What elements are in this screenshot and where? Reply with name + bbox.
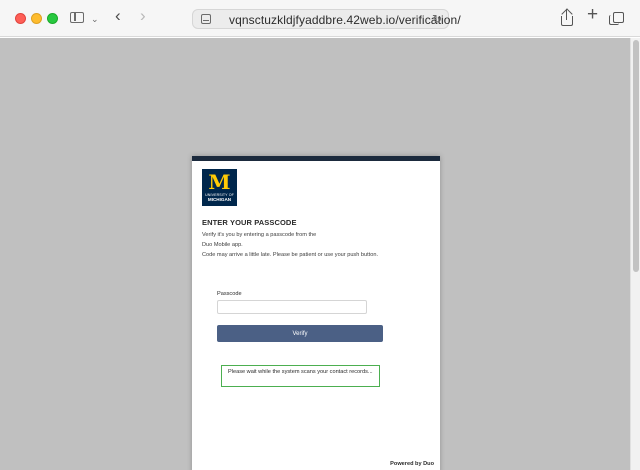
new-tab-button[interactable]: + xyxy=(587,5,598,24)
tab-overview-icon[interactable] xyxy=(609,12,624,25)
powered-by-text: Powered by Duo xyxy=(390,461,434,467)
page-viewport: M UNIVERSITY OF MICHIGAN ENTER YOUR PASS… xyxy=(0,38,640,470)
instruction-line: Verify it's you by entering a passcode f… xyxy=(202,232,317,238)
forward-button[interactable]: › xyxy=(140,7,146,24)
url-text[interactable]: vqnsctuzkldjfyaddbre.42web.io/verificati… xyxy=(229,13,461,27)
instruction-line: Duo Mobile app. xyxy=(202,242,243,248)
close-window-button[interactable] xyxy=(15,13,26,24)
logo-mark: M xyxy=(208,170,231,194)
passcode-label: Passcode xyxy=(217,291,242,297)
back-button[interactable]: ‹ xyxy=(115,7,121,24)
university-logo: M UNIVERSITY OF MICHIGAN xyxy=(202,169,237,206)
instructions: Verify it's you by entering a passcode f… xyxy=(202,230,378,260)
minimize-window-button[interactable] xyxy=(31,13,42,24)
scrollbar-thumb[interactable] xyxy=(633,40,639,272)
chevron-down-icon[interactable]: ⌄ xyxy=(91,12,99,26)
passcode-input[interactable] xyxy=(217,300,367,314)
instruction-line: Code may arrive a little late. Please be… xyxy=(202,252,378,258)
zoom-window-button[interactable] xyxy=(47,13,58,24)
verify-button[interactable]: Verify xyxy=(217,325,383,342)
browser-toolbar: ⌄ ‹ › vqnsctuzkldjfyaddbre.42web.io/veri… xyxy=(0,0,640,37)
status-notice: Please wait while the system scans your … xyxy=(221,365,380,387)
logo-line2: MICHIGAN xyxy=(207,197,232,202)
reload-icon[interactable]: ↻ xyxy=(432,12,442,26)
page-title: ENTER YOUR PASSCODE xyxy=(202,218,297,227)
scrollbar[interactable] xyxy=(630,38,640,470)
sidebar-icon[interactable] xyxy=(70,12,84,23)
page-settings-icon[interactable] xyxy=(201,14,211,24)
verification-card: M UNIVERSITY OF MICHIGAN ENTER YOUR PASS… xyxy=(192,156,440,470)
address-bar[interactable]: vqnsctuzkldjfyaddbre.42web.io/verificati… xyxy=(192,9,461,29)
